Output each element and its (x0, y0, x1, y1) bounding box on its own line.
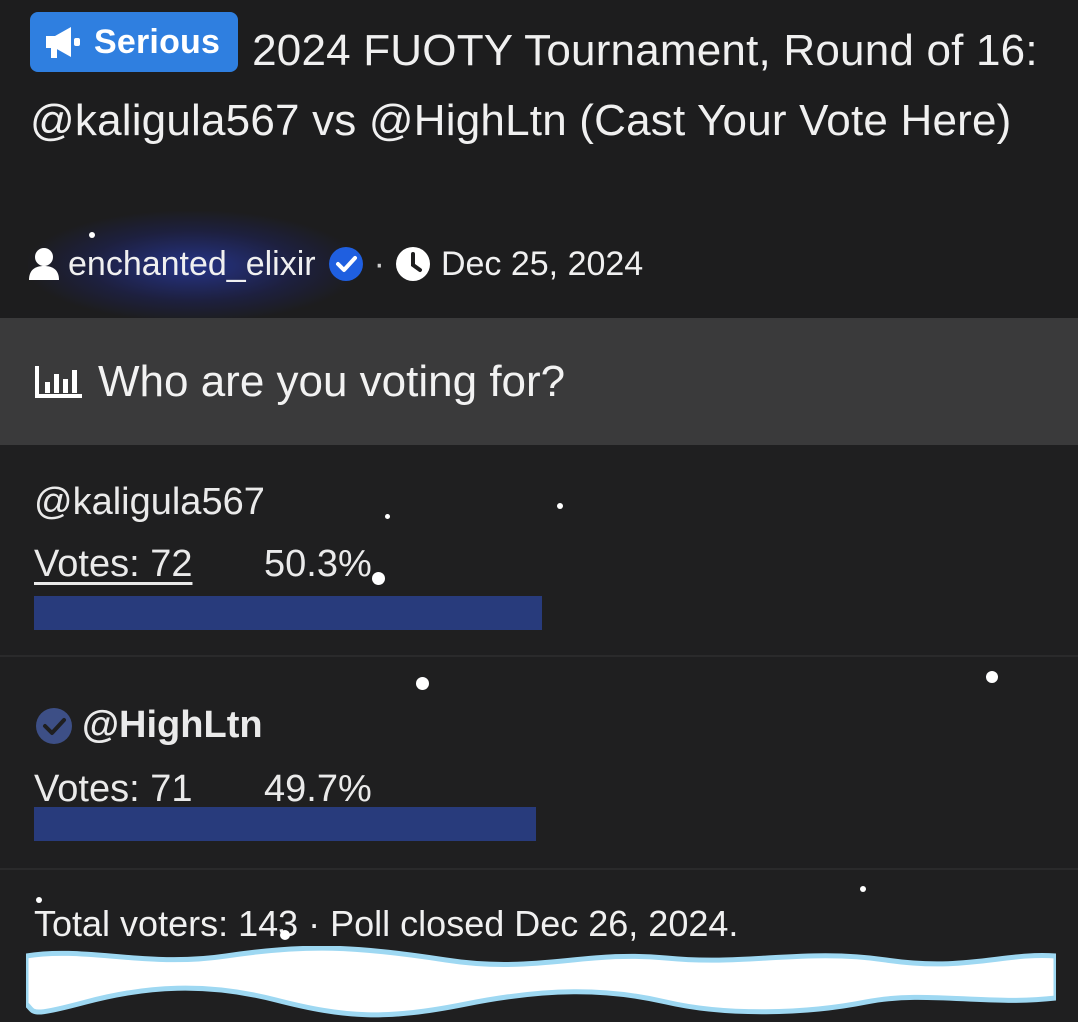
author-name[interactable]: enchanted_elixir (68, 245, 316, 284)
author-block[interactable]: enchanted_elixir (28, 210, 364, 321)
snow-dot (860, 886, 866, 892)
poll-option-name: @HighLtn (82, 704, 263, 746)
verified-check-icon (36, 707, 72, 744)
poll-option: @kaligula567 Votes: 72 50.3% (0, 445, 1078, 657)
decorative-wave (26, 946, 1056, 1018)
poll-option: @HighLtn Votes: 71 49.7% (0, 658, 1078, 870)
meta-separator: · (373, 244, 385, 283)
megaphone-icon (46, 27, 80, 58)
poll-footer: Total voters: 143 · Poll closed Dec 26, … (34, 903, 739, 944)
snow-dot (36, 897, 42, 903)
snow-dot (89, 232, 95, 238)
verified-check-icon (328, 246, 364, 282)
poll-option-votes-row: Votes: 71 49.7% (34, 768, 372, 811)
thread-meta: enchanted_elixir · Dec 25, 2024 (28, 210, 643, 321)
poll-option-name: @kaligula567 (34, 481, 265, 523)
user-icon (28, 247, 60, 281)
poll-header: Who are you voting for? (0, 318, 1078, 445)
poll-option-bar-fill (34, 807, 536, 841)
snow-dot (557, 503, 563, 509)
thread-date[interactable]: Dec 25, 2024 (441, 245, 643, 284)
poll-option-name-row: @HighLtn (34, 704, 263, 747)
poll-option-bar-fill (34, 596, 543, 630)
clock-icon (395, 246, 431, 282)
poll-option-percent: 49.7% (264, 768, 372, 810)
thread-header: Serious 2024 FUOTY Tournament, Round of … (0, 0, 1078, 321)
poll-option-bar (34, 807, 1044, 841)
poll-option-votes: Votes: 71 (34, 768, 193, 810)
prefix-label: Serious (94, 23, 221, 61)
thread-prefix-badge[interactable]: Serious (30, 12, 239, 72)
snow-dot (416, 677, 429, 690)
poll-option-bar (34, 596, 1044, 630)
thread-title: Serious 2024 FUOTY Tournament, Round of … (30, 12, 1060, 156)
bar-chart-icon (35, 365, 82, 398)
poll-question: Who are you voting for? (98, 356, 566, 406)
poll-option-votes-row: Votes: 72 50.3% (34, 543, 372, 586)
snow-dot (385, 514, 390, 519)
thread-page: Serious 2024 FUOTY Tournament, Round of … (0, 0, 1078, 1022)
poll-option-percent: 50.3% (264, 543, 372, 585)
poll-results: @kaligula567 Votes: 72 50.3% @HighLtn Vo… (0, 445, 1078, 1022)
snow-dot (986, 671, 998, 683)
poll-option-votes-link[interactable]: Votes: 72 (34, 543, 220, 586)
snow-dot (280, 930, 290, 940)
snow-dot (372, 572, 385, 585)
